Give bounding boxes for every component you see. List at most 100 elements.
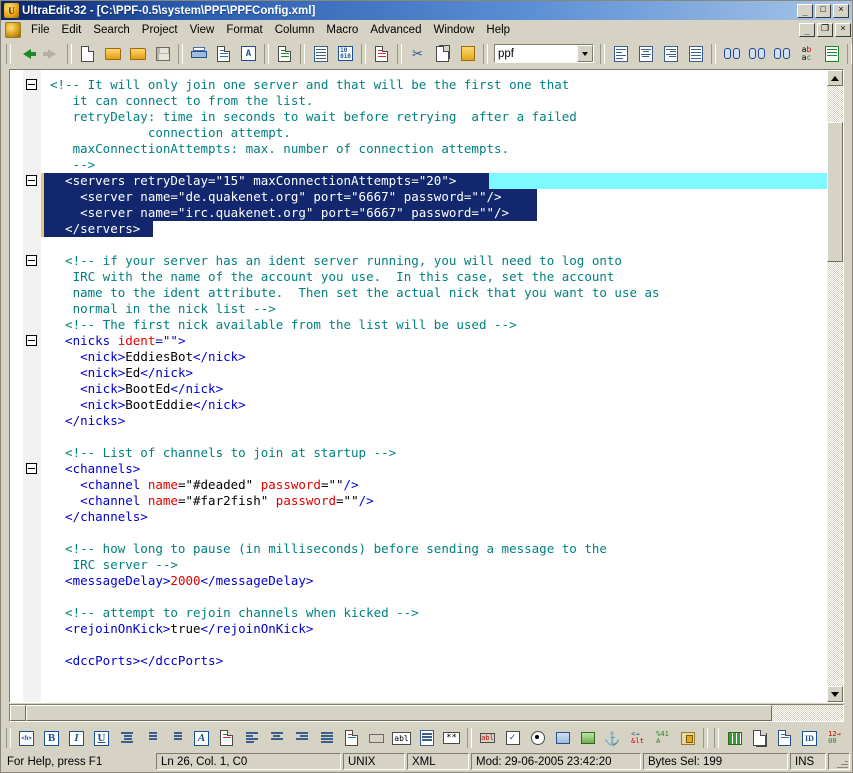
menu-item-format[interactable]: Format xyxy=(220,22,268,38)
entity-button[interactable]: %41 A xyxy=(651,727,674,749)
find-in-files-button[interactable]: A xyxy=(237,43,260,65)
menu-item-search[interactable]: Search xyxy=(87,22,135,38)
code-line: <servers retryDelay="15" maxConnectionAt… xyxy=(50,173,456,189)
find-button[interactable] xyxy=(720,43,743,65)
close-button[interactable]: × xyxy=(833,3,849,18)
fold-toggle-icon[interactable] xyxy=(26,463,37,474)
menu-item-file[interactable]: File xyxy=(25,22,56,38)
paste-button[interactable] xyxy=(456,43,479,65)
no-script-button[interactable]: abl xyxy=(476,727,499,749)
checkbox-button[interactable]: ✓ xyxy=(501,727,524,749)
menu-item-column[interactable]: Column xyxy=(269,22,321,38)
italic-button[interactable]: I xyxy=(65,727,88,749)
fold-toggle-icon[interactable] xyxy=(26,335,37,346)
spellcheck-button[interactable] xyxy=(773,727,796,749)
table-button[interactable] xyxy=(723,727,746,749)
anchor-button[interactable]: ⚓ xyxy=(601,727,624,749)
fold-toggle-icon[interactable] xyxy=(26,79,37,90)
align-center-tag-button[interactable] xyxy=(265,727,288,749)
word-wrap-button[interactable] xyxy=(273,43,296,65)
document-icon[interactable] xyxy=(5,21,21,38)
align-right-tag-button[interactable] xyxy=(290,727,313,749)
indent-button[interactable] xyxy=(115,727,138,749)
code-span-tag: </nick> xyxy=(193,349,246,364)
minimize-button[interactable]: _ xyxy=(797,3,813,18)
hex-edit-button[interactable]: 10 010 xyxy=(334,43,357,65)
highlight-button[interactable] xyxy=(215,727,238,749)
open-folder-button[interactable] xyxy=(126,43,149,65)
code-line: </channels> xyxy=(50,509,148,525)
code-text-area[interactable]: <!-- It will only join one server and th… xyxy=(41,70,827,702)
new-file-button[interactable] xyxy=(76,43,99,65)
find-next-button[interactable] xyxy=(770,43,793,65)
menu-item-help[interactable]: Help xyxy=(480,22,516,38)
underline-button[interactable]: U xyxy=(90,727,113,749)
save-button[interactable] xyxy=(151,43,174,65)
align-justify-tag-button[interactable] xyxy=(315,727,338,749)
listbox-button[interactable] xyxy=(415,727,438,749)
tag-list-dropdown-button[interactable] xyxy=(577,45,593,62)
copy-button[interactable] xyxy=(431,43,454,65)
column-mode-button[interactable] xyxy=(370,43,393,65)
print-button[interactable] xyxy=(187,43,210,65)
html-tag-button[interactable]: <h> xyxy=(15,727,38,749)
align-justify-button[interactable] xyxy=(684,43,707,65)
cut-button[interactable]: ✂ xyxy=(406,43,429,65)
numbered-list-button[interactable] xyxy=(165,727,188,749)
picture-button[interactable] xyxy=(576,727,599,749)
horizontal-scrollbar-thumb[interactable] xyxy=(26,705,772,721)
code-folding-margin[interactable] xyxy=(23,70,41,702)
back-button[interactable] xyxy=(15,43,38,65)
forward-button[interactable] xyxy=(40,43,63,65)
form-button[interactable] xyxy=(340,727,363,749)
scroll-up-button[interactable] xyxy=(827,70,843,86)
print-preview-button[interactable] xyxy=(212,43,235,65)
button-element-button[interactable] xyxy=(365,727,388,749)
align-left-button[interactable] xyxy=(609,43,632,65)
special-char-button[interactable]: <→ &lt xyxy=(626,727,649,749)
vertical-scrollbar[interactable] xyxy=(827,70,843,702)
status-resize-grip[interactable] xyxy=(828,753,850,770)
doc-restore-button[interactable]: ❐ xyxy=(817,22,833,37)
goto-line-button[interactable] xyxy=(820,43,843,65)
image-button[interactable] xyxy=(551,727,574,749)
tag-list-combo[interactable]: ppf xyxy=(494,44,594,63)
password-button[interactable]: ** xyxy=(440,727,463,749)
id-icon: ID xyxy=(802,730,817,746)
textbox-button[interactable]: abl xyxy=(390,727,413,749)
menu-item-macro[interactable]: Macro xyxy=(320,22,364,38)
doc-close-button[interactable]: × xyxy=(835,22,851,37)
menu-item-window[interactable]: Window xyxy=(427,22,480,38)
bullet-list-button[interactable] xyxy=(140,727,163,749)
menu-item-edit[interactable]: Edit xyxy=(56,22,88,38)
font-color-button[interactable]: A xyxy=(190,727,213,749)
radio-button-button[interactable] xyxy=(526,727,549,749)
menu-item-advanced[interactable]: Advanced xyxy=(364,22,427,38)
checkbox-icon: ✓ xyxy=(505,731,520,745)
horizontal-scrollbar[interactable] xyxy=(9,704,844,722)
scroll-left-button[interactable] xyxy=(10,705,26,721)
maximize-button[interactable]: □ xyxy=(815,3,831,18)
align-left-tag-button[interactable] xyxy=(240,727,263,749)
toolbar-separator xyxy=(67,43,72,64)
open-file-button[interactable] xyxy=(101,43,124,65)
doc-minimize-button[interactable]: _ xyxy=(799,22,815,37)
align-center-button[interactable] xyxy=(634,43,657,65)
fold-toggle-icon[interactable] xyxy=(26,255,37,266)
sort-button[interactable] xyxy=(309,43,332,65)
replace-button[interactable]: ab ac xyxy=(795,43,818,65)
copy-page-button[interactable] xyxy=(748,727,771,749)
menu-item-project[interactable]: Project xyxy=(136,22,184,38)
tools-button[interactable]: ✦ xyxy=(848,727,853,749)
vertical-scrollbar-thumb[interactable] xyxy=(827,122,843,262)
menu-item-view[interactable]: View xyxy=(184,22,221,38)
fold-toggle-icon[interactable] xyxy=(26,175,37,186)
find-prev-button[interactable] xyxy=(745,43,768,65)
bold-button[interactable]: B xyxy=(40,727,63,749)
forward-icon xyxy=(42,48,56,59)
scroll-down-button[interactable] xyxy=(827,686,843,702)
number-format-button[interactable]: 12→ 00 xyxy=(823,727,846,749)
id-button[interactable]: ID xyxy=(798,727,821,749)
align-right-button[interactable] xyxy=(659,43,682,65)
lock-button[interactable] xyxy=(676,727,699,749)
